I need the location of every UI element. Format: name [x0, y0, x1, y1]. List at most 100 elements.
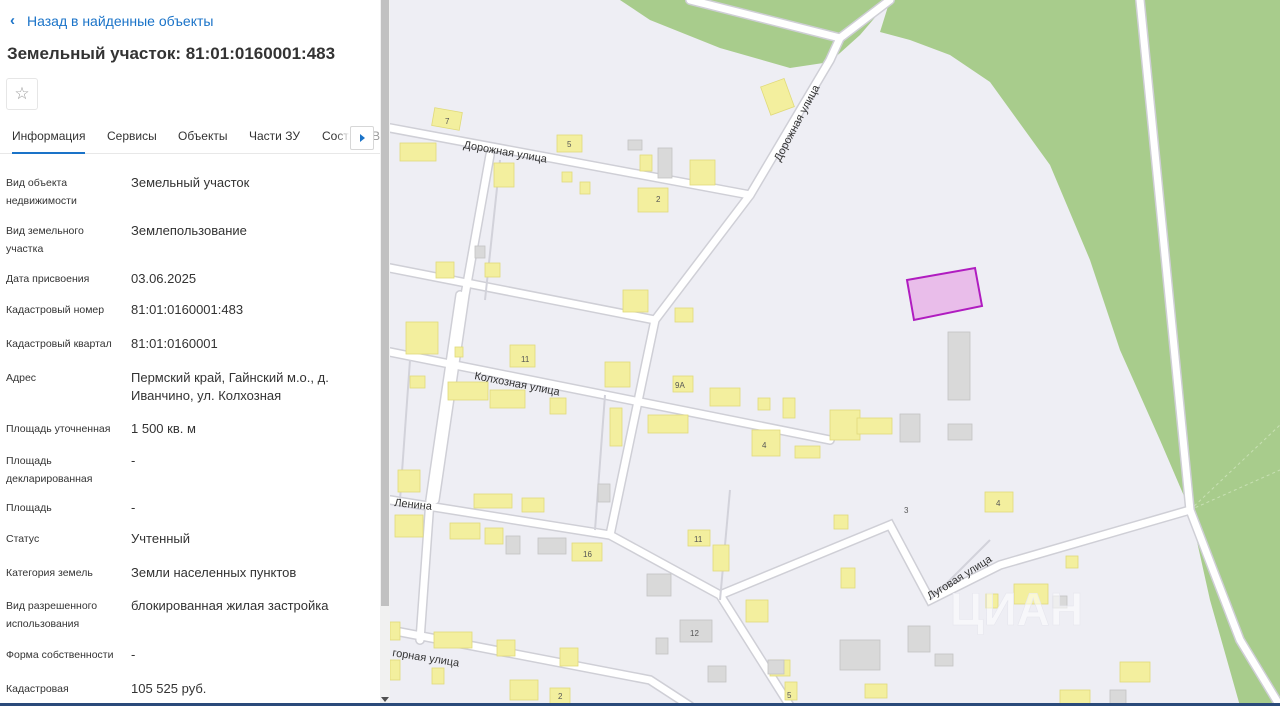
building — [449, 522, 481, 540]
building — [674, 307, 694, 323]
tab-bar: Информация Сервисы Объекты Части ЗУ Сост… — [0, 120, 380, 154]
building — [509, 679, 539, 701]
field-value: - — [131, 647, 136, 662]
house-number: 2 — [558, 692, 563, 701]
tabs-scroll-right-button[interactable] — [350, 126, 374, 150]
building — [604, 361, 631, 388]
street-label: горная улица — [392, 647, 461, 670]
building-gray — [934, 653, 954, 667]
building — [399, 142, 437, 162]
field-label: Вид земельного участка — [6, 225, 84, 255]
tab-fade — [336, 120, 350, 153]
building — [1119, 661, 1151, 683]
favorite-button[interactable]: ☆ — [6, 78, 38, 110]
building — [782, 397, 796, 419]
house-number: 5 — [567, 140, 572, 149]
building — [394, 514, 424, 538]
building — [447, 381, 489, 401]
building — [433, 631, 473, 649]
building — [637, 187, 669, 213]
field-label: Категория земель — [6, 567, 93, 579]
star-icon: ☆ — [14, 84, 30, 104]
building-gray — [474, 245, 486, 259]
building — [833, 514, 849, 530]
chevron-left-icon: ‹ — [10, 12, 15, 29]
building — [484, 527, 504, 545]
building-gray — [839, 639, 881, 671]
building — [579, 181, 591, 195]
building — [647, 414, 689, 434]
tab-services[interactable]: Сервисы — [107, 129, 157, 143]
building — [745, 599, 769, 623]
field-value: Землепользование — [131, 223, 247, 238]
map-canvas[interactable]: ЦИАН Дорожная улица Дорожная улица Колхо… — [390, 0, 1280, 706]
tab-info[interactable]: Информация — [12, 129, 86, 154]
field-label: Кадастровая — [6, 683, 69, 695]
building — [521, 497, 545, 513]
caret-right-icon — [359, 134, 365, 142]
building-gray — [537, 537, 567, 555]
field-label: Вид разрешенного использования — [6, 600, 98, 630]
building — [840, 567, 856, 589]
building-gray — [1109, 689, 1127, 705]
building — [712, 544, 730, 572]
house-number: 11 — [521, 355, 530, 364]
building-gray — [899, 413, 921, 443]
scroll-down-arrow-icon[interactable] — [381, 697, 389, 702]
map-watermark: ЦИАН — [950, 583, 1083, 635]
field-value: - — [131, 453, 136, 468]
field-label: Вид объекта недвижимости — [6, 177, 77, 207]
building-gray — [655, 637, 669, 655]
field-label: Дата присвоения — [6, 273, 90, 285]
field-value: Пермский край, Гайнский м.о., д. Иванчин… — [131, 370, 329, 403]
cadastral-parcel — [905, 266, 984, 322]
house-number: 12 — [690, 629, 699, 638]
field-label: Кадастровый номер — [6, 304, 105, 316]
field-value: блокированная жилая застройка — [131, 598, 329, 613]
field-label: Статус — [6, 533, 40, 545]
house-number: 4 — [996, 499, 1001, 508]
building — [484, 262, 501, 278]
building — [397, 469, 421, 493]
house-number: 5 — [787, 691, 792, 700]
house-number: 16 — [583, 550, 592, 559]
building — [829, 409, 861, 441]
map-svg: ЦИАН Дорожная улица Дорожная улица Колхо… — [390, 0, 1280, 706]
house-number: 9А — [675, 381, 685, 390]
field-label: Форма собственности — [6, 649, 114, 661]
building-gray — [646, 573, 672, 597]
building-gray — [767, 659, 785, 675]
scrollbar-thumb[interactable] — [381, 0, 389, 606]
field-value: 81:01:0160001 — [131, 336, 218, 351]
field-label: Кадастровый квартал — [6, 338, 112, 350]
building-gray — [657, 147, 673, 179]
building-gray — [947, 331, 971, 401]
field-value: Учтенный — [131, 531, 191, 546]
back-link[interactable]: ‹ Назад в найденные объекты — [10, 12, 213, 29]
building — [559, 647, 579, 667]
house-number: 3 — [904, 506, 909, 515]
page-title: Земельный участок: 81:01:0160001:483 — [7, 44, 336, 63]
house-number: 7 — [445, 117, 450, 126]
field-value: 81:01:0160001:483 — [131, 302, 244, 317]
building — [489, 389, 526, 409]
house-number: 4 — [762, 441, 767, 450]
building — [405, 321, 439, 355]
panel-scrollbar[interactable] — [380, 0, 390, 706]
building — [409, 375, 426, 389]
building — [760, 77, 795, 116]
building — [390, 621, 401, 641]
building — [1065, 555, 1079, 569]
tab-objects[interactable]: Объекты — [178, 129, 228, 143]
building — [549, 397, 567, 415]
field-label: Площадь уточненная — [6, 423, 111, 435]
building — [622, 289, 649, 313]
building-gray — [597, 483, 611, 503]
building — [390, 659, 401, 681]
building-gray — [627, 139, 643, 151]
tab-parts[interactable]: Части ЗУ — [249, 129, 300, 143]
building — [561, 171, 573, 183]
building — [864, 683, 888, 699]
field-label: Площадь декларированная — [6, 455, 93, 485]
building — [435, 261, 455, 279]
